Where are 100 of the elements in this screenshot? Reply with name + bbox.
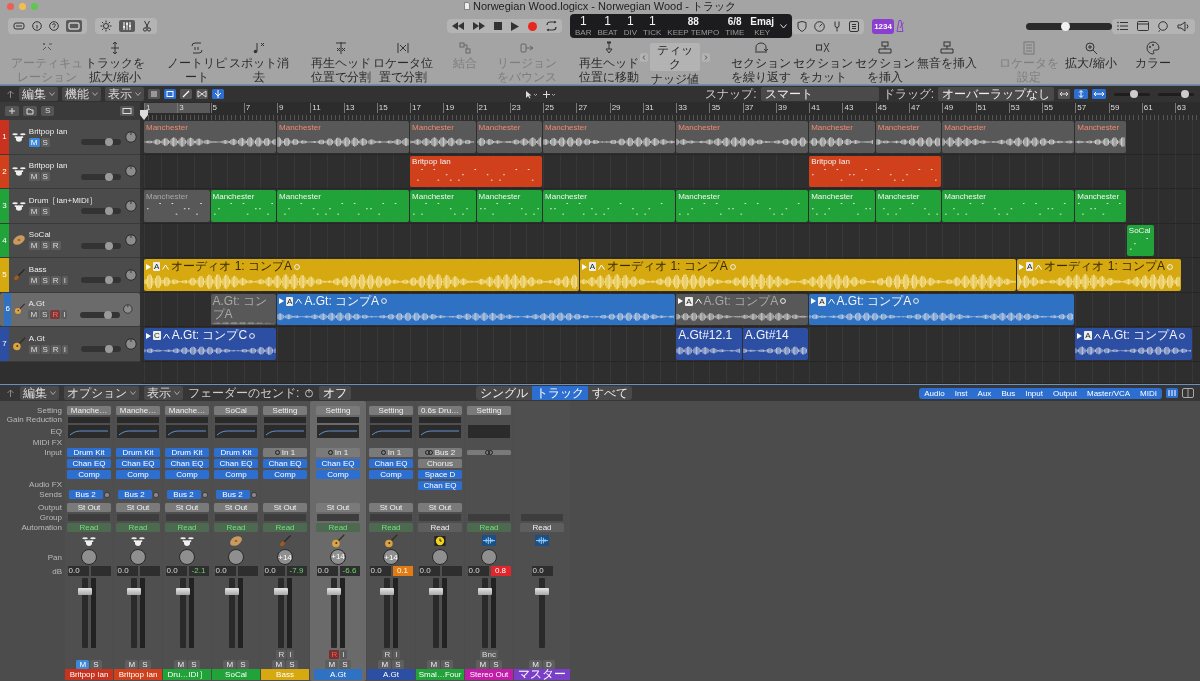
send-knob[interactable] xyxy=(201,491,208,498)
balance-knob[interactable]: +14 xyxy=(330,549,346,565)
volume-slider[interactable] xyxy=(80,346,121,353)
region[interactable]: SoCal xyxy=(1126,224,1155,256)
filter-button[interactable]: Input xyxy=(1020,387,1048,399)
patch-button[interactable]: Setting xyxy=(467,405,511,415)
plugin-slot[interactable]: Comp xyxy=(165,470,209,479)
timeline-ruler[interactable]: 1 3 5 7 9 11 13 15 17 19 21 23 25 27 29 31 33 35 37 39 41 43 45 47 49 51 53 55 57 59 61 63 xyxy=(142,102,1200,120)
region[interactable]: Manchester xyxy=(543,190,676,222)
region[interactable]: Manchester xyxy=(144,190,210,222)
source-slot[interactable]: Drum Kit xyxy=(165,448,209,457)
track-lane[interactable]: C A.Gt: コンプC A.Gt#12.1 A.Gt#14 A A.Gt: コンプA xyxy=(142,327,1200,362)
region[interactable]: Britpop Ian xyxy=(809,155,942,187)
menu-dropdown[interactable]: 表示 xyxy=(144,386,183,400)
pan-knob[interactable] xyxy=(123,303,133,316)
toolbar-button[interactable]: セクションをカット xyxy=(792,40,854,84)
eq-thumbnail[interactable] xyxy=(468,424,510,438)
slider-thumb[interactable] xyxy=(104,138,113,147)
source-slot[interactable]: Drum Kit xyxy=(214,448,258,457)
toolbar-button[interactable]: ノートリピート xyxy=(166,40,228,84)
library-icon[interactable] xyxy=(13,21,25,31)
eq-thumbnail[interactable] xyxy=(68,424,110,438)
mode-button[interactable]: Read xyxy=(316,523,360,532)
source-slot[interactable]: In 1 xyxy=(263,448,307,457)
region[interactable]: Manchester xyxy=(1075,190,1126,222)
pan-knob[interactable] xyxy=(125,268,137,281)
balance-knob[interactable]: +14 xyxy=(277,549,293,565)
list-view-button[interactable] xyxy=(148,89,160,99)
mode-button[interactable]: Read xyxy=(369,523,413,532)
track-header[interactable]: 2 Britpop Ian M S xyxy=(0,154,140,189)
solo-button[interactable]: S xyxy=(41,106,55,116)
balance-knob[interactable] xyxy=(130,549,146,565)
record-enable-button[interactable]: R xyxy=(50,241,61,251)
plugin-slot[interactable]: Chorus xyxy=(418,459,462,468)
info-icon[interactable] xyxy=(32,21,42,31)
plugin-slot[interactable]: Comp xyxy=(67,470,111,479)
track-header[interactable]: 7 A.Gt M S R I xyxy=(0,327,140,362)
mute-button[interactable]: M xyxy=(76,659,90,669)
plugin-slot[interactable]: Comp xyxy=(369,470,413,479)
catch-button[interactable] xyxy=(212,89,224,99)
toolbar-button[interactable]: 無音を挿入 xyxy=(916,40,978,84)
list-icon[interactable] xyxy=(1117,21,1129,31)
region[interactable]: A A.Gt: コンプA xyxy=(809,293,1075,325)
menu-dropdown[interactable]: 編集 xyxy=(20,386,59,400)
plugin-slot[interactable]: Chan EQ xyxy=(418,481,462,490)
source-slot[interactable]: Drum Kit xyxy=(116,448,160,457)
slider-thumb[interactable] xyxy=(104,207,113,216)
mute-button[interactable]: M xyxy=(325,659,339,669)
speaker-icon[interactable] xyxy=(1177,20,1190,32)
bowtie-icon[interactable] xyxy=(196,89,208,99)
monitor-button[interactable]: I xyxy=(287,649,294,659)
channel-name[interactable]: SoCal xyxy=(212,669,260,680)
mute-button[interactable]: M xyxy=(427,659,441,669)
wide-channels-button[interactable] xyxy=(1166,388,1178,398)
plugin-slot[interactable]: Comp xyxy=(116,470,160,479)
volume-slider[interactable] xyxy=(80,277,121,284)
solo-button[interactable]: S xyxy=(40,137,50,147)
track-options-icon[interactable] xyxy=(120,106,134,116)
drag-dropdown[interactable]: オーバーラップなし xyxy=(938,87,1054,101)
region[interactable]: A A.Gt: コンプA xyxy=(676,293,809,325)
source-slot[interactable] xyxy=(467,450,511,455)
region[interactable]: A A.Gt: コンプA xyxy=(277,293,676,325)
send-knob[interactable] xyxy=(250,491,257,498)
bus-slot[interactable]: Bus 2 xyxy=(215,490,250,499)
slider-thumb[interactable] xyxy=(104,345,113,354)
record-enable-button[interactable]: R xyxy=(50,310,61,320)
plugin-slot[interactable]: Comp xyxy=(214,470,258,479)
channel-name[interactable]: Dru…IDI］ xyxy=(163,669,211,680)
folder-icon[interactable] xyxy=(23,106,37,116)
patch-button[interactable]: Setting xyxy=(316,405,360,415)
balance-knob[interactable] xyxy=(432,549,448,565)
region[interactable]: Manchester xyxy=(476,190,543,222)
destination-slot[interactable]: St Out xyxy=(165,503,209,512)
volume-slider[interactable] xyxy=(80,311,121,318)
channel-name[interactable]: Stereo Out xyxy=(465,669,513,680)
pencil-tool-icon[interactable] xyxy=(180,89,192,99)
slider-thumb[interactable] xyxy=(104,172,113,181)
eq-thumbnail[interactable] xyxy=(317,424,359,438)
solo-button[interactable]: S xyxy=(237,659,249,669)
destination-slot[interactable]: St Out xyxy=(418,503,462,512)
horizontal-zoom-button[interactable] xyxy=(1092,89,1106,99)
patch-button[interactable]: Manche… xyxy=(67,405,111,415)
region[interactable]: Manchester xyxy=(942,190,1075,222)
track-lane[interactable]: Manchester Manchester Manchester Manchester Manchester Manchester Manchester Manchester Manchester Manchester Manchester xyxy=(142,189,1200,224)
region[interactable]: Manchester xyxy=(676,121,809,153)
track-header[interactable]: 4 SoCal M S R xyxy=(0,223,140,258)
plugin-slot[interactable]: Chan EQ xyxy=(116,459,160,468)
editor-icon[interactable] xyxy=(66,20,82,32)
scissors-icon[interactable] xyxy=(142,20,152,32)
mute-button[interactable]: M xyxy=(28,310,40,320)
balance-knob[interactable] xyxy=(81,549,97,565)
plugin-slot[interactable]: Chan EQ xyxy=(165,459,209,468)
track-lane[interactable]: Manchester Manchester Manchester Manchester Manchester Manchester Manchester Manchester Manchester Manchester xyxy=(142,120,1200,155)
volume-slider[interactable] xyxy=(80,173,121,180)
mixer-icon[interactable] xyxy=(119,20,135,32)
region[interactable]: A.Gt#14 xyxy=(742,328,809,360)
master-volume-slider[interactable] xyxy=(1025,22,1112,30)
solo-button[interactable]: S xyxy=(40,241,50,251)
lcd-display[interactable]: 1 BAR 1 BEAT 1 DIV 1 TICK 88 KEEP TEMPO 6/8 TIME Emaj KEY xyxy=(570,14,793,38)
region[interactable]: A.Gt#12.1 xyxy=(676,328,742,360)
